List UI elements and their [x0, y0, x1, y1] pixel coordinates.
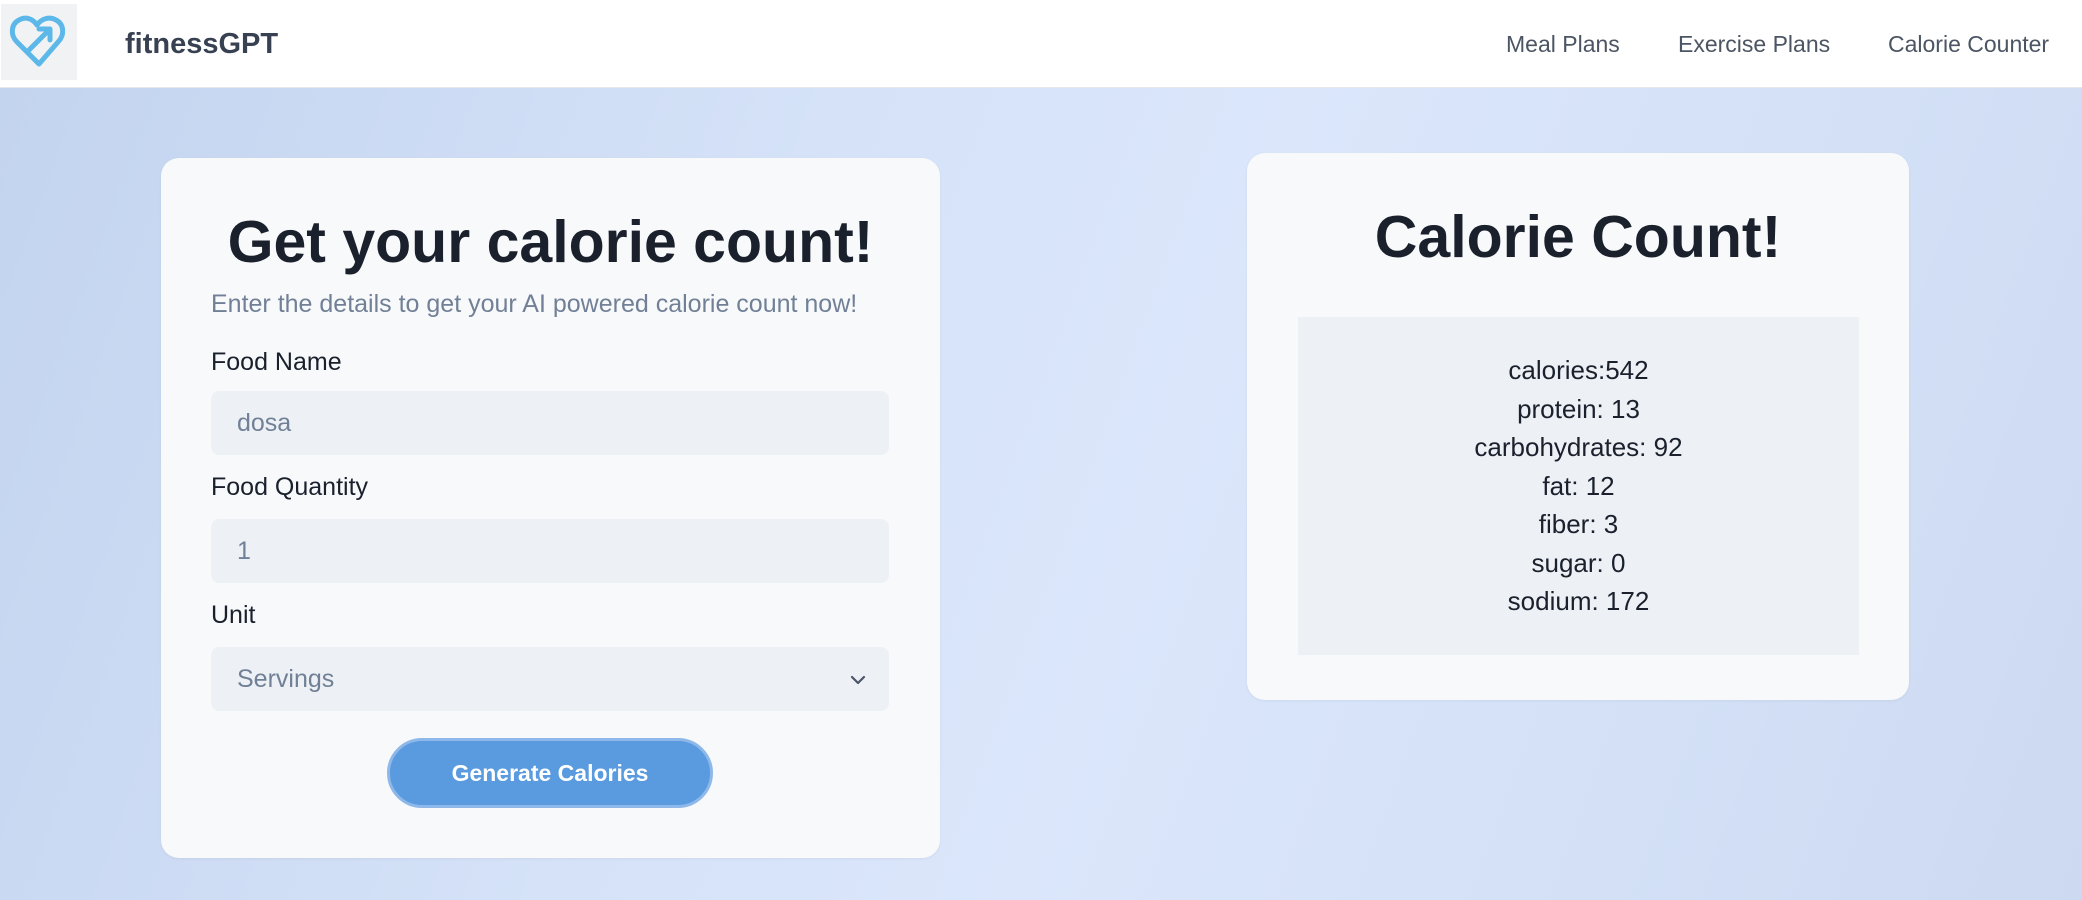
logo[interactable] [1, 4, 77, 80]
calorie-result-card: Calorie Count! calories:542 protein: 13 … [1247, 153, 1909, 700]
brand-name[interactable]: fitnessGPT [125, 28, 278, 61]
result-line-fat: fat: 12 [1542, 470, 1615, 501]
heart-arrow-icon [9, 15, 66, 67]
result-line-sodium: sodium: 172 [1507, 586, 1650, 616]
food-quantity-label: Food Quantity [211, 473, 369, 501]
result-line-calories: calories:542 [1508, 355, 1649, 385]
unit-label: Unit [211, 601, 256, 629]
generate-calories-button[interactable]: Generate Calories [387, 738, 713, 808]
nav-calorie-counter[interactable]: Calorie Counter [1888, 31, 2049, 58]
form-title: Get your calorie count! [227, 209, 874, 275]
nav-exercise-plans[interactable]: Exercise Plans [1678, 31, 1830, 58]
form-subtitle: Enter the details to get your AI powered… [211, 290, 858, 318]
unit-value: Servings [237, 664, 335, 693]
food-quantity-value: 1 [237, 536, 251, 565]
food-name-value: dosa [237, 408, 292, 437]
result-box: calories:542 protein: 13 carbohydrates: … [1298, 317, 1859, 655]
food-name-input[interactable]: dosa [211, 391, 889, 455]
unit-select[interactable]: Servings [211, 647, 889, 711]
result-line-fiber: fiber: 3 [1538, 509, 1619, 539]
calorie-form-card: Get your calorie count! Enter the detail… [161, 158, 940, 858]
result-line-sugar: sugar: 0 [1531, 547, 1626, 578]
result-line-protein: protein: 13 [1517, 393, 1640, 424]
nav-meal-plans[interactable]: Meal Plans [1506, 31, 1620, 58]
top-navbar: fitnessGPT Meal Plans Exercise Plans Cal… [0, 0, 2082, 88]
food-quantity-input[interactable]: 1 [211, 519, 889, 583]
food-name-label: Food Name [211, 348, 342, 376]
result-title: Calorie Count! [1374, 204, 1782, 270]
result-line-carbohydrates: carbohydrates: 92 [1474, 432, 1683, 462]
chevron-down-icon [850, 675, 866, 685]
